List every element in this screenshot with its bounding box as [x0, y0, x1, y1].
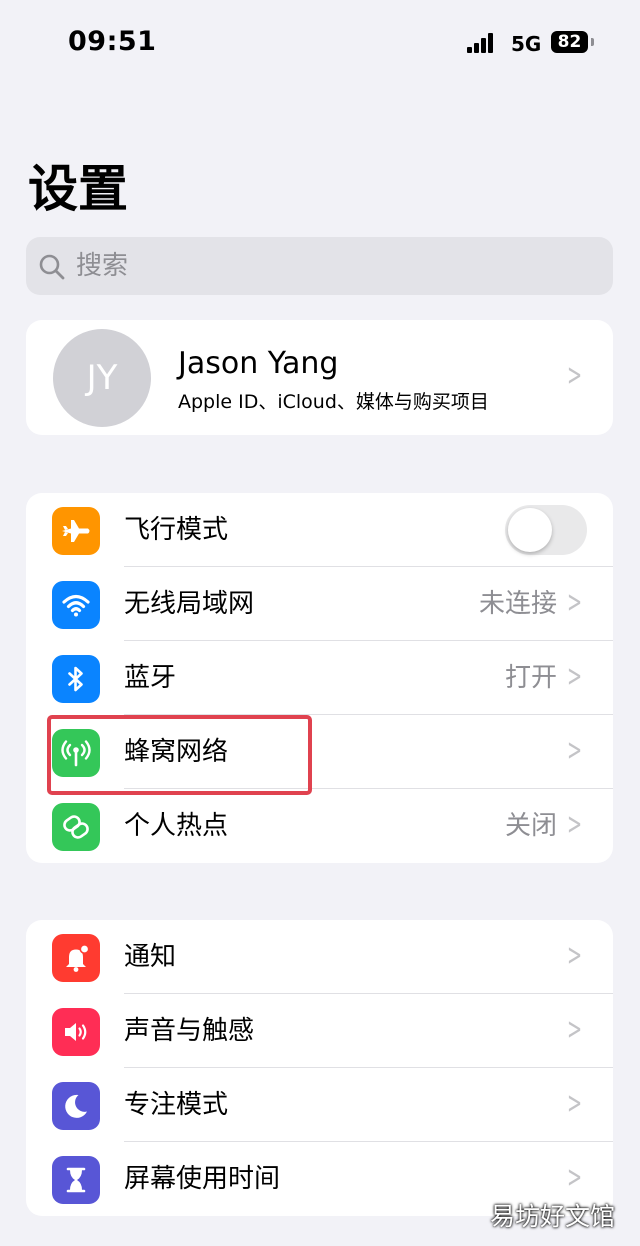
- chevron-right-icon: >: [566, 938, 582, 973]
- connectivity-section: 飞行模式 无线局域网 未连接 > 蓝牙 打开 > 蜂窝网络 > 个人热点 关闭 …: [26, 493, 613, 863]
- wifi-icon: [52, 581, 100, 629]
- hotspot-icon: [52, 803, 100, 851]
- toggle-knob: [508, 508, 552, 552]
- chevron-right-icon: >: [566, 1086, 582, 1121]
- row-label: 专注模式: [124, 1090, 229, 1120]
- airplane-icon: [52, 507, 100, 555]
- row-focus[interactable]: 专注模式 >: [26, 1068, 613, 1142]
- battery-icon: 82: [551, 31, 588, 53]
- bluetooth-icon: [52, 655, 100, 703]
- network-type: 5G: [511, 32, 542, 56]
- hourglass-icon: [52, 1156, 100, 1204]
- avatar: JY: [53, 329, 151, 427]
- watermark-text: 易坊好文馆: [490, 1202, 616, 1231]
- page-title: 设置: [28, 160, 128, 218]
- profile-subtitle: Apple ID、iCloud、媒体与购买项目: [178, 391, 489, 413]
- chevron-right-icon: >: [566, 358, 582, 393]
- chevron-right-icon: >: [566, 733, 582, 768]
- chevron-right-icon: >: [566, 585, 582, 620]
- row-label: 飞行模式: [124, 515, 229, 545]
- highlight-box: [47, 715, 312, 795]
- status-bar: 09:51 5G 82: [0, 0, 640, 86]
- row-label: 蓝牙: [124, 663, 177, 693]
- signal-icon: [467, 33, 493, 53]
- chevron-right-icon: >: [566, 807, 582, 842]
- profile-card[interactable]: JY Jason Yang Apple ID、iCloud、媒体与购买项目 >: [26, 320, 613, 435]
- row-sounds-haptics[interactable]: 声音与触感 >: [26, 994, 613, 1068]
- search-input[interactable]: [76, 237, 596, 295]
- row-notifications[interactable]: 通知 >: [26, 920, 613, 994]
- airplane-mode-toggle[interactable]: [505, 505, 587, 555]
- row-label: 无线局域网: [124, 589, 255, 619]
- row-value: 未连接: [478, 589, 557, 619]
- status-time: 09:51: [68, 26, 157, 57]
- row-personal-hotspot[interactable]: 个人热点 关闭 >: [26, 789, 613, 863]
- row-wlan[interactable]: 无线局域网 未连接 >: [26, 567, 613, 641]
- bell-icon: [52, 934, 100, 982]
- profile-name: Jason Yang: [178, 346, 339, 381]
- row-value: 打开: [504, 663, 557, 693]
- chevron-right-icon: >: [566, 1012, 582, 1047]
- speaker-icon: [52, 1008, 100, 1056]
- moon-icon: [52, 1082, 100, 1130]
- row-value: 关闭: [504, 811, 557, 841]
- battery-cap: [591, 38, 594, 46]
- row-label: 通知: [124, 942, 177, 972]
- row-bluetooth[interactable]: 蓝牙 打开 >: [26, 641, 613, 715]
- search-bar[interactable]: [26, 237, 613, 295]
- row-label: 声音与触感: [124, 1016, 255, 1046]
- search-icon: [39, 254, 65, 280]
- chevron-right-icon: >: [566, 1160, 582, 1195]
- chevron-right-icon: >: [566, 659, 582, 694]
- row-label: 屏幕使用时间: [124, 1164, 281, 1194]
- notifications-section: 通知 > 声音与触感 > 专注模式 > 屏幕使用时间 >: [26, 920, 613, 1216]
- row-airplane-mode[interactable]: 飞行模式: [26, 493, 613, 567]
- row-label: 个人热点: [124, 811, 229, 841]
